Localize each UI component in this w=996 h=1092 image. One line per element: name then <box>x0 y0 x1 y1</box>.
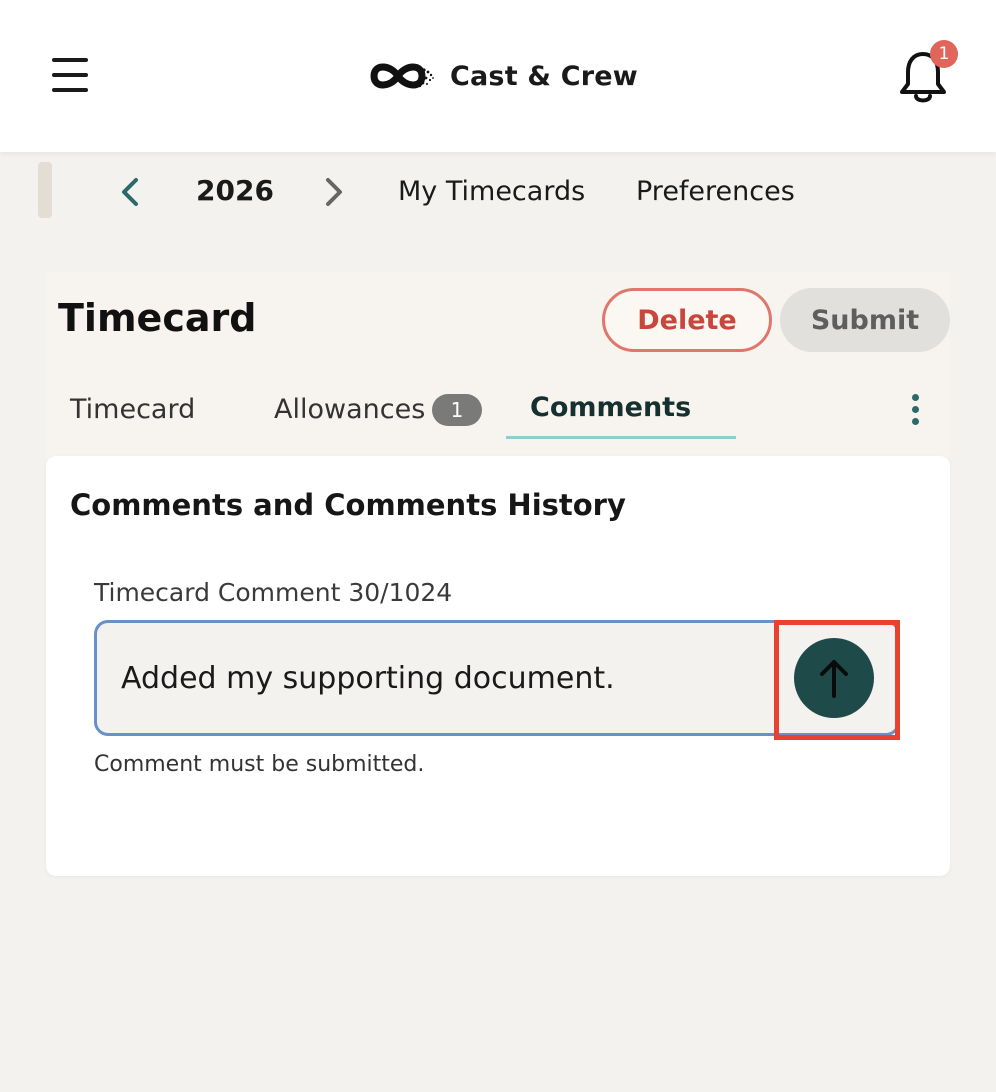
tab-timecard[interactable]: Timecard <box>70 394 195 425</box>
comments-title: Comments and Comments History <box>70 488 626 522</box>
kebab-dot <box>912 406 919 413</box>
hamburger-menu-icon[interactable] <box>52 58 88 92</box>
arrow-up-icon <box>820 660 848 698</box>
menu-bar <box>52 73 88 77</box>
comment-field-label: Timecard Comment 30/1024 <box>94 578 453 607</box>
menu-bar <box>52 58 88 62</box>
comment-helper-text: Comment must be submitted. <box>94 752 425 777</box>
nav-my-timecards[interactable]: My Timecards <box>398 176 585 207</box>
kebab-dot <box>912 394 919 401</box>
allowances-count-badge: 1 <box>432 394 482 426</box>
submit-button[interactable]: Submit <box>780 288 950 352</box>
chevron-left-icon[interactable] <box>116 174 146 210</box>
page-title: Timecard <box>58 296 257 340</box>
year-label: 2026 <box>196 174 274 207</box>
tab-allowances[interactable]: Allowances <box>274 394 425 425</box>
menu-bar <box>52 88 88 92</box>
kebab-dot <box>912 418 919 425</box>
drag-handle[interactable] <box>38 162 52 218</box>
more-options-icon[interactable] <box>906 392 926 428</box>
notification-badge: 1 <box>930 40 958 68</box>
brand[interactable]: Cast & Crew <box>368 56 638 96</box>
nav-preferences[interactable]: Preferences <box>636 176 795 207</box>
active-tab-indicator <box>506 436 736 439</box>
brand-name: Cast & Crew <box>450 60 638 92</box>
submit-comment-button[interactable] <box>794 638 874 718</box>
chevron-right-icon[interactable] <box>318 174 348 210</box>
tab-comments[interactable]: Comments <box>530 392 691 423</box>
infinity-logo-icon <box>370 63 434 89</box>
delete-button[interactable]: Delete <box>602 288 772 352</box>
